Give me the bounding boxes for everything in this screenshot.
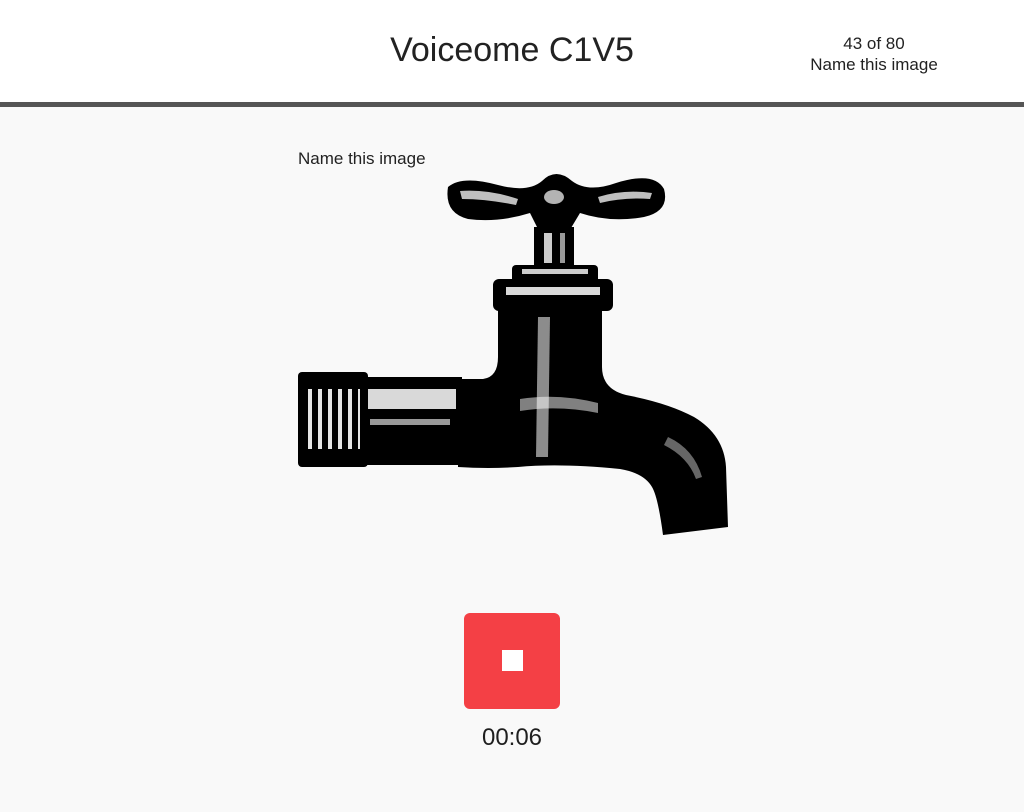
- stop-icon: [502, 650, 523, 671]
- task-name: Name this image: [810, 55, 938, 74]
- faucet-spout: [458, 295, 728, 535]
- faucet-illustration: [298, 174, 728, 535]
- stop-recording-button[interactable]: [464, 613, 560, 709]
- faucet-stem: [534, 227, 574, 269]
- recording-timer: 00:06: [481, 724, 543, 751]
- app-header: Voiceome C1V5 43 of 80 Name this image: [0, 0, 1024, 107]
- faucet-nut: [493, 265, 613, 311]
- progress-count: 43 of 80: [843, 34, 905, 53]
- prompt-label: Name this image: [298, 149, 426, 168]
- task-progress: 43 of 80 Name this image: [794, 33, 954, 75]
- task-area: Name this image 00:06: [0, 107, 1024, 812]
- faucet-handle: [447, 174, 666, 233]
- faucet-pipe: [298, 372, 462, 467]
